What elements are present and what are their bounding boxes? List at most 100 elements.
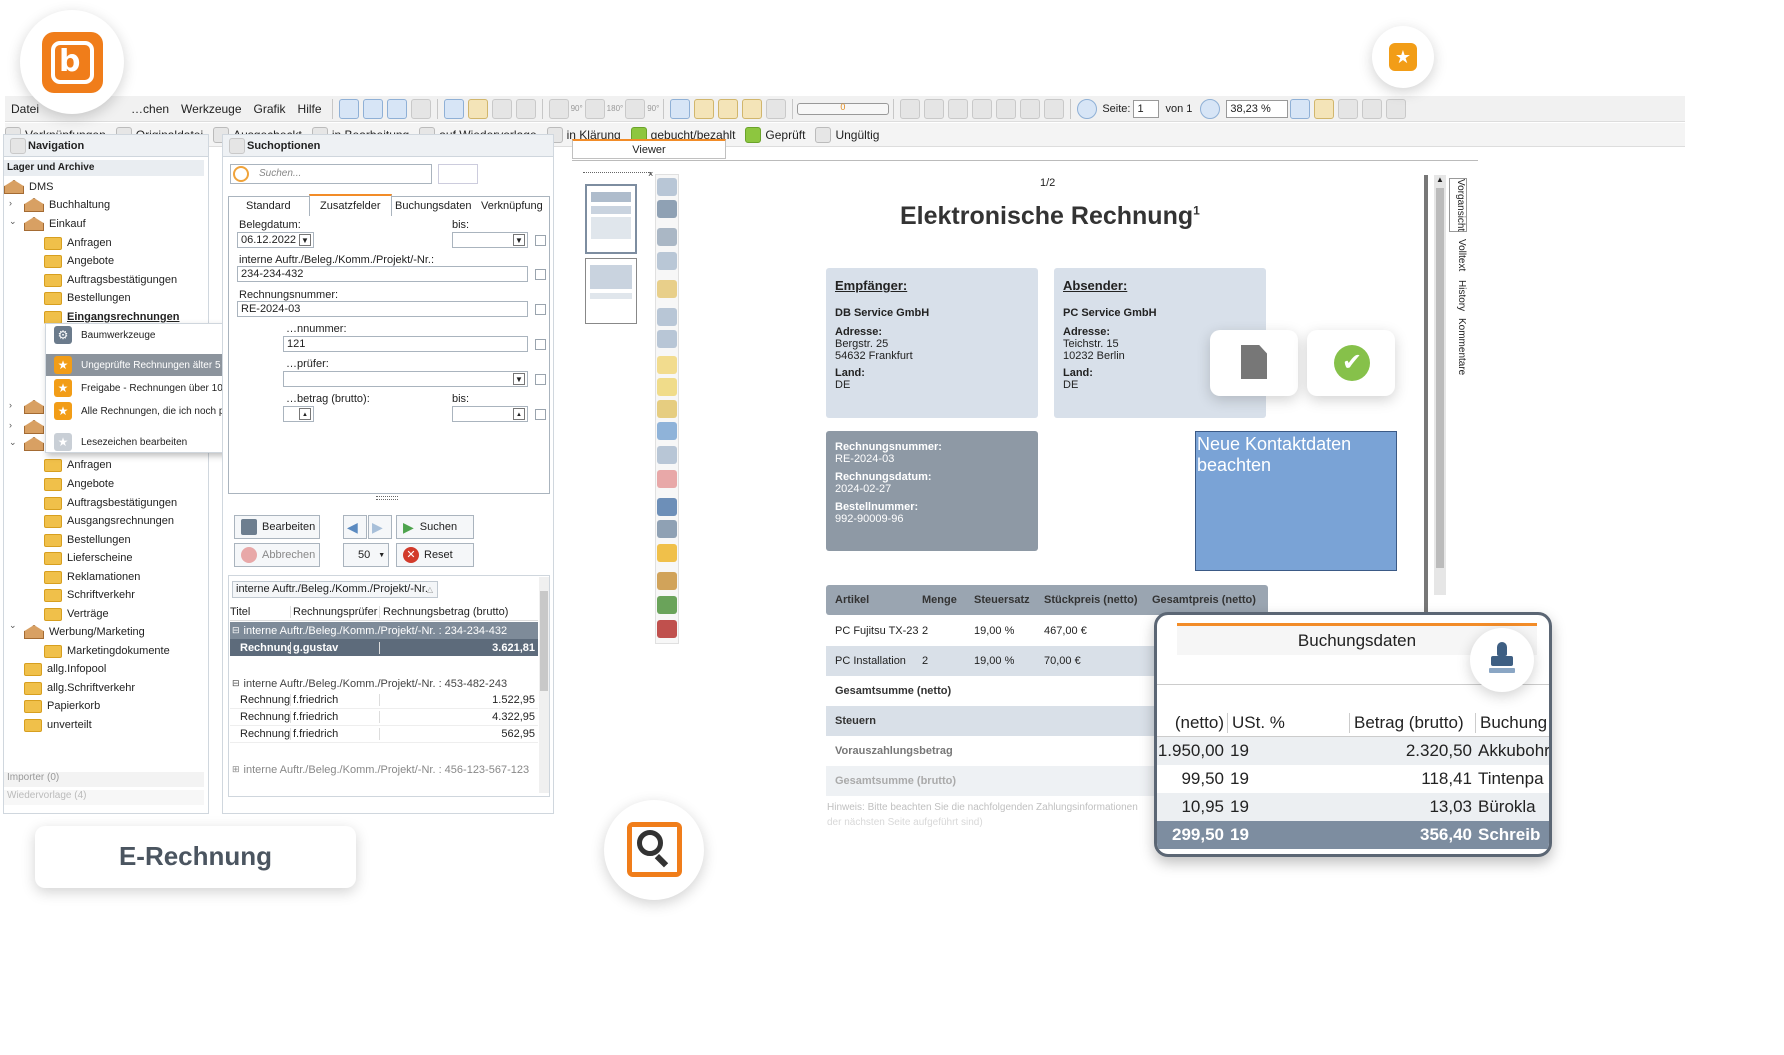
user-3-icon[interactable] (657, 620, 677, 638)
erase-icon[interactable] (657, 470, 677, 488)
tree-item-anfragen[interactable]: Anfragen (44, 234, 112, 252)
tree-item-werbung-marketing[interactable]: Werbung/Marketing (24, 623, 145, 641)
betrag-to-field[interactable]: ▲ (452, 406, 528, 422)
pointer-icon[interactable] (657, 228, 677, 246)
search-badge[interactable] (604, 800, 704, 900)
group-row[interactable]: ⊟ interne Auftr./Beleg./Komm./Projekt/-Nr… (230, 675, 538, 692)
results-scrollbar[interactable] (539, 577, 549, 793)
collapse-icon[interactable]: ⊟ (232, 625, 240, 636)
column-header-ust[interactable]: USt. % (1227, 712, 1349, 733)
tree-item-anfragen[interactable]: Anfragen (44, 456, 112, 474)
splitter-handle[interactable] (376, 496, 398, 500)
result-count-select[interactable]: 50 ▼ (343, 543, 389, 567)
suchen-button[interactable]: ▶ Suchen (396, 515, 474, 539)
delete-icon[interactable] (1020, 98, 1041, 119)
page-input[interactable]: 1 (1133, 99, 1160, 118)
column-header-pruefer[interactable]: Rechnungsprüfer (290, 606, 379, 618)
abbrechen-button[interactable]: Abbrechen (234, 543, 320, 567)
settings-icon[interactable] (657, 520, 677, 538)
pruefer-checkbox[interactable] (535, 374, 546, 385)
reset-button[interactable]: ✕ Reset (396, 543, 474, 567)
menu-suchen[interactable]: …chen (125, 102, 175, 116)
tree-item-buchhaltung[interactable]: Buchhaltung (24, 196, 110, 214)
doc-meta-icon[interactable] (996, 98, 1017, 119)
next-page-icon[interactable] (1200, 98, 1221, 119)
doc-add-icon[interactable] (948, 98, 969, 119)
arrow-icon[interactable] (657, 422, 677, 440)
copy-icon[interactable] (515, 98, 536, 119)
belegdatum-checkbox[interactable] (535, 235, 546, 246)
text-icon[interactable] (657, 330, 677, 348)
expand-toggle-icon[interactable]: ⌄ (9, 620, 17, 631)
tree-item-bestellungen[interactable]: Bestellungen (44, 531, 131, 549)
unlock-icon[interactable] (657, 178, 677, 196)
collapse-icon[interactable]: ⊟ (232, 678, 240, 689)
text-box-icon[interactable] (657, 308, 677, 326)
fit-width-icon[interactable] (1290, 98, 1311, 119)
column-header-titel[interactable]: Titel (230, 606, 290, 618)
chevron-down-icon[interactable]: ▼ (513, 234, 525, 246)
doc-move-icon[interactable] (972, 98, 993, 119)
tree-item-schriftverkehr[interactable]: Schriftverkehr (44, 586, 135, 604)
betrag-checkbox[interactable] (535, 409, 546, 420)
viewer-scrollbar[interactable]: ▲ (1434, 175, 1446, 595)
link-add-icon[interactable] (718, 98, 739, 119)
tree-item-auftragsbestätigungen[interactable]: Auftragsbestätigungen (44, 271, 177, 289)
tab-buchungsdaten[interactable]: Buchungsdaten (385, 196, 481, 216)
table-row[interactable]: Rechnung f.friedrich 4.322,95 (230, 709, 538, 726)
tree-item-allg-infopool[interactable]: allg.Infopool (24, 660, 106, 678)
collapse-icon[interactable]: ⊞ (232, 764, 240, 775)
side-tab-vorgansicht[interactable]: Vorgansicht (1449, 178, 1467, 232)
group-row[interactable]: ⊞ interne Auftr./Beleg./Komm./Projekt/-Nr… (230, 761, 538, 778)
prev-button[interactable]: ◀ (343, 515, 367, 539)
table-view-icon[interactable] (362, 98, 383, 119)
split-view-icon[interactable] (386, 98, 407, 119)
menu-datei[interactable]: Datei (5, 102, 45, 116)
menu-grafik[interactable]: Grafik (248, 102, 292, 116)
expand-toggle-icon[interactable]: › (9, 420, 12, 430)
menu-hilfe[interactable]: Hilfe (292, 102, 328, 116)
nummer-checkbox[interactable] (535, 339, 546, 350)
zoom-slider[interactable]: 0 (797, 102, 890, 115)
buchung-row[interactable]: 299,50 19 356,40 Schreib (1157, 821, 1549, 849)
stamp-button[interactable] (1470, 628, 1534, 692)
intern-nr-field[interactable]: 234-234-432 (237, 266, 528, 282)
favorite-badge[interactable]: ★ (1372, 26, 1434, 88)
group-by-chip[interactable]: interne Auftr./Beleg./Komm./Projekt/-Nr.… (232, 581, 438, 598)
close-icon[interactable]: × (648, 169, 653, 179)
doc-search-icon[interactable] (924, 98, 945, 119)
pruefer-field[interactable]: ▼ (283, 371, 528, 387)
column-header-betrag[interactable]: Betrag (brutto) (1349, 712, 1475, 733)
archive-icon[interactable] (467, 98, 488, 119)
belegdatum-bis-field[interactable]: ▼ (452, 232, 528, 248)
tree-item-dms[interactable]: DMS (4, 178, 53, 196)
scrollbar-thumb[interactable] (1436, 188, 1444, 568)
link-remove-icon[interactable] (742, 98, 763, 119)
tab-verknuepfung[interactable]: Verknüpfung (471, 196, 553, 216)
save-icon[interactable] (443, 98, 464, 119)
tree-item-angebote[interactable]: Angebote (44, 252, 114, 270)
approved-card[interactable]: ✔ (1307, 330, 1395, 396)
expand-toggle-icon[interactable]: ⌄ (9, 216, 17, 227)
scrollbar-thumb[interactable] (540, 591, 548, 691)
table-row[interactable]: Rechnung g.gustav 3.621,81 (230, 639, 538, 656)
highlighter-icon[interactable] (657, 378, 677, 396)
page-thumbnail-2[interactable] (585, 258, 637, 324)
tree-item-angebote[interactable]: Angebote (44, 475, 114, 493)
sticky-note[interactable]: Neue Kontaktdaten beachten (1195, 431, 1397, 571)
tree-item-papierkorb[interactable]: Papierkorb (24, 697, 100, 715)
nummer-field[interactable]: 121 (283, 336, 528, 352)
column-header-betrag[interactable]: Rechnungsbetrag (brutto) (379, 606, 538, 618)
unlock-icon[interactable] (1044, 98, 1065, 119)
stamp-tool-icon[interactable] (1338, 98, 1359, 119)
rotate-left-icon[interactable] (548, 98, 569, 119)
highlight-icon[interactable] (1314, 98, 1335, 119)
next-button[interactable]: ▶ (368, 515, 392, 539)
prev-page-icon[interactable] (1077, 98, 1098, 119)
tab-standard[interactable]: Standard (236, 196, 301, 216)
user-1-icon[interactable] (657, 572, 677, 590)
tree-item-lieferscheine[interactable]: Lieferscheine (44, 549, 132, 567)
doc-icon[interactable] (900, 98, 921, 119)
expand-toggle-icon[interactable]: ⌄ (9, 437, 17, 448)
tree-item-auftragsbestätigungen[interactable]: Auftragsbestätigungen (44, 494, 177, 512)
